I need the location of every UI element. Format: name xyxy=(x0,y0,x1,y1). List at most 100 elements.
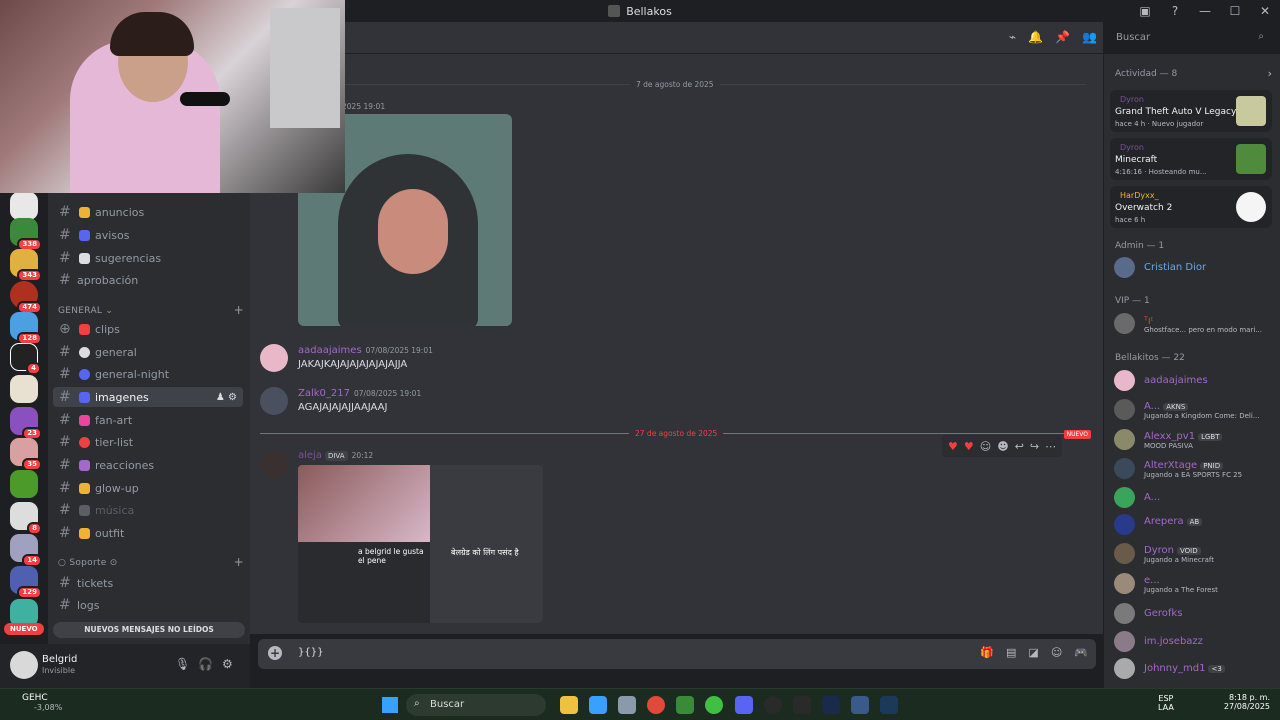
message-author[interactable]: aadaajaimes 07/08/2025 19:01 xyxy=(298,345,433,356)
channel-avisos[interactable]: # avisos xyxy=(53,225,243,245)
more-options-icon[interactable]: ⋯ xyxy=(1045,440,1056,453)
capcut-icon[interactable] xyxy=(793,696,811,714)
settings-icon[interactable] xyxy=(618,696,636,714)
file-explorer-icon[interactable] xyxy=(560,696,578,714)
minimize-button[interactable]: — xyxy=(1190,4,1220,18)
server-icon[interactable]: 8 xyxy=(10,502,42,535)
obs-icon[interactable] xyxy=(764,696,782,714)
sticker-icon[interactable]: ◪ xyxy=(1028,646,1038,659)
channel-anuncios[interactable]: # anuncios xyxy=(53,202,243,222)
taskbar-search[interactable]: ⌕ Buscar xyxy=(406,694,546,716)
member-item[interactable]: Arepera AB xyxy=(1114,513,1274,537)
new-unread-pill[interactable]: NUEVO xyxy=(4,623,44,635)
system-clock[interactable]: 8:18 p. m. 27/08/2025 xyxy=(1224,693,1270,711)
xbox-icon[interactable] xyxy=(705,696,723,714)
heart-reaction-icon[interactable]: ♥ xyxy=(948,440,958,453)
headphones-icon[interactable]: 🎧 xyxy=(198,657,213,671)
channel-tier-list[interactable]: # tier-list xyxy=(53,432,243,452)
settings-gear-icon[interactable]: ⚙ xyxy=(222,657,233,671)
server-icon[interactable] xyxy=(10,470,38,498)
avatar[interactable] xyxy=(260,344,288,372)
store-icon[interactable] xyxy=(589,696,607,714)
chrome-icon[interactable] xyxy=(647,696,665,714)
notification-bell-icon[interactable]: 🔔 xyxy=(1028,30,1043,44)
member-list-icon[interactable]: 👥 xyxy=(1082,30,1097,44)
member-item[interactable]: e... Jugando a The Forest xyxy=(1114,572,1274,596)
avatar[interactable] xyxy=(10,651,38,679)
channel-outfit[interactable]: # outfit xyxy=(53,523,243,543)
member-item[interactable]: aadaajaimes xyxy=(1114,369,1274,393)
channel-sugerencias[interactable]: # sugerencias xyxy=(53,248,243,268)
server-icon[interactable]: 23 xyxy=(10,407,42,440)
unread-messages-banner[interactable]: NUEVOS MENSAJES NO LEÍDOS xyxy=(53,622,245,638)
discord-icon[interactable] xyxy=(735,696,753,714)
maximize-button[interactable]: ☐ xyxy=(1220,4,1250,18)
server-icon[interactable]: 35 xyxy=(10,438,42,471)
emoji-reaction-icon[interactable]: ☺ xyxy=(980,440,991,453)
server-icon[interactable]: 4 xyxy=(10,343,41,375)
language-indicator[interactable]: ESP LAA xyxy=(1158,694,1174,712)
server-icon[interactable]: 129 xyxy=(10,566,42,599)
microphone-icon[interactable]: 🎙 xyxy=(175,657,190,671)
message-author[interactable]: aleja DIVA 20:12 xyxy=(298,450,373,461)
inbox-icon[interactable]: ▣ xyxy=(1130,4,1160,18)
minecraft-icon[interactable] xyxy=(676,696,694,714)
server-icon[interactable]: 128 xyxy=(10,312,42,345)
channel-glow-up[interactable]: # glow-up xyxy=(53,478,243,498)
member-item[interactable]: AlterXtage PNID Jugando a EA SPORTS FC 25 xyxy=(1114,457,1274,481)
emoji-icon[interactable]: ☺ xyxy=(1051,646,1062,659)
add-channel-icon[interactable]: + xyxy=(234,303,244,317)
message-composer[interactable]: + }{}} 🎁 ▤ ◪ ☺ 🎮 xyxy=(258,639,1096,669)
reply-icon[interactable]: ↩ xyxy=(1015,440,1024,453)
channel-logs[interactable]: # logs xyxy=(53,595,243,615)
activity-card[interactable]: Dyron Grand Theft Auto V Legacy hace 4 h… xyxy=(1110,90,1272,132)
pin-icon[interactable]: 📌 xyxy=(1055,30,1070,44)
avatar[interactable] xyxy=(260,450,288,478)
channel-settings-icon[interactable]: ♟ ⚙ xyxy=(216,392,237,403)
threads-icon[interactable]: ⌁ xyxy=(1009,30,1016,44)
add-channel-icon[interactable]: + xyxy=(234,555,244,569)
member-item[interactable]: A... xyxy=(1114,486,1274,510)
stock-widget[interactable]: GEHC -3,08% xyxy=(22,693,62,712)
message-input[interactable]: }{}} xyxy=(298,647,323,658)
channel-musica[interactable]: # música xyxy=(53,500,243,520)
help-icon[interactable]: ? xyxy=(1160,4,1190,18)
channel-aprobacion[interactable]: # aprobación xyxy=(53,270,243,290)
member-item[interactable]: Alexx_pv1 LGBT MOOD PASIVA xyxy=(1114,428,1274,452)
steam-icon[interactable] xyxy=(880,696,898,714)
photoshop-icon[interactable] xyxy=(822,696,840,714)
activity-card[interactable]: HarDyxx_ Overwatch 2 hace 6 h xyxy=(1110,186,1272,228)
forward-icon[interactable]: ↪ xyxy=(1030,440,1039,453)
apps-icon[interactable]: 🎮 xyxy=(1074,646,1088,659)
add-reaction-icon[interactable]: ☻ xyxy=(997,440,1008,453)
gif-icon[interactable]: ▤ xyxy=(1006,646,1016,659)
windows-start-icon[interactable] xyxy=(382,697,398,713)
channel-clips[interactable]: ⊕ clips xyxy=(53,319,243,339)
avatar[interactable] xyxy=(260,387,288,415)
member-item[interactable]: im.josebazz xyxy=(1114,630,1274,654)
message-author[interactable]: Zalk0_217 07/08/2025 19:01 xyxy=(298,388,421,399)
server-icon[interactable]: 343 xyxy=(10,249,42,282)
server-icon[interactable]: 474 xyxy=(10,281,42,314)
category-soporte[interactable]: ○ Soporte ⊙ + xyxy=(58,555,244,569)
close-button[interactable]: ✕ xyxy=(1250,4,1280,18)
member-item[interactable]: ᵀ౹ᶦ Ghostface... pero en modo mari... xyxy=(1114,312,1274,336)
server-icon[interactable] xyxy=(10,375,38,403)
member-item[interactable]: A... AKNS Jugando a Kingdom Come: Deli... xyxy=(1114,398,1274,422)
server-icon[interactable] xyxy=(10,192,38,220)
add-attachment-button[interactable]: + xyxy=(268,646,282,660)
search-input[interactable]: Buscar ⌕ xyxy=(1110,28,1270,48)
activity-card[interactable]: Dyron Minecraft 4:16:16 · Hosteando mu..… xyxy=(1110,138,1272,180)
category-general[interactable]: GENERAL ⌄ + xyxy=(58,303,244,317)
channel-general[interactable]: # general xyxy=(53,342,243,362)
chevron-right-icon[interactable]: › xyxy=(1268,67,1272,80)
channel-tickets[interactable]: # tickets xyxy=(53,573,243,593)
member-item[interactable]: Cristian Dior xyxy=(1114,256,1274,280)
channel-imagenes[interactable]: # imagenes ♟ ⚙ xyxy=(53,387,243,407)
channel-fan-art[interactable]: # fan-art xyxy=(53,410,243,430)
channel-reacciones[interactable]: # reacciones xyxy=(53,455,243,475)
gift-icon[interactable]: 🎁 xyxy=(980,646,994,659)
server-icon[interactable]: 14 xyxy=(10,534,42,567)
screenshot-attachment[interactable]: a belgrid le gusta el pene बेलग्रेड को ल… xyxy=(298,465,543,623)
taskbar-app-icon[interactable] xyxy=(851,696,869,714)
